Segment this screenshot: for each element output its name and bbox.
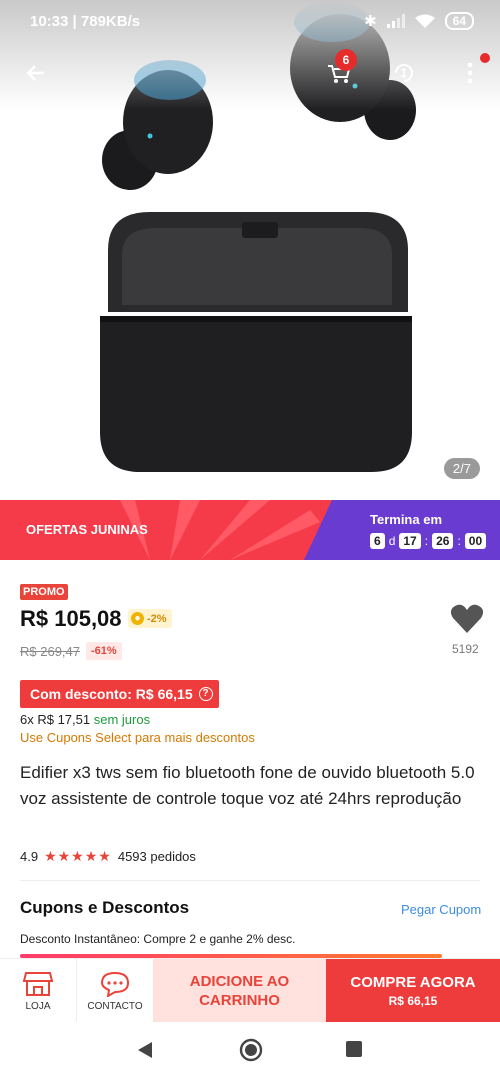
countdown-title: Termina em [370,512,443,527]
favorite-button[interactable] [450,603,484,635]
countdown-days: 6 [370,533,385,549]
store-button[interactable]: LOJA [0,959,77,1023]
buy-now-label: COMPRE AGORA [350,974,476,991]
add-to-cart-button[interactable]: ADICIONE AO CARRINHO [153,959,326,1023]
countdown-minutes: 26 [432,533,454,549]
coupons-hint-link[interactable]: Use Cupons Select para mais descontos [20,730,255,745]
notification-dot [480,53,490,63]
promo-banner[interactable]: OFERTAS JUNINAS Termina em 6 d 17 : 26 :… [0,500,500,560]
original-price: R$ 269,47 [20,644,80,659]
arrow-left-icon [26,65,44,81]
discount-price-pill[interactable]: Com desconto: R$ 66,15 ? [20,680,219,708]
coin-icon: ● [131,612,144,625]
status-time: 10:33 | 789KB/s [30,13,141,30]
get-coupon-link[interactable]: Pegar Cupom [401,902,481,917]
product-title: Edifier x3 tws sem fio bluetooth fone de… [20,763,475,808]
orders-count: 4593 pedidos [117,849,196,864]
status-bar: 10:33 | 789KB/s ✱ 64 [0,0,500,44]
coupons-section-title: Cupons e Descontos [20,898,190,917]
current-price: R$ 105,08 [20,606,122,631]
section-divider [20,880,480,881]
rating-row[interactable]: 4.9 ★★★★★ 4593 pedidos [20,848,196,865]
heart-icon [450,604,484,633]
share-dollar-icon [395,64,413,82]
countdown-day-unit: d [388,534,396,548]
promo-label: OFERTAS JUNINAS [26,522,148,537]
bluetooth-icon: ✱ [364,13,377,30]
nav-recents-icon[interactable] [345,1040,363,1058]
rating-value: 4.9 [20,849,39,864]
rating-stars-icon: ★★★★★ [44,848,112,864]
product-image-gallery[interactable]: 10:33 | 789KB/s ✱ 64 6 2/7 [0,0,500,500]
countdown-hours: 17 [399,533,421,549]
share-button[interactable] [386,55,422,91]
battery-indicator: 64 [444,12,474,30]
countdown-sep: : [424,534,429,548]
store-icon [23,971,53,996]
installments-amount: 6x R$ 17,51 [20,712,91,727]
installments-info: 6x R$ 17,51 sem juros [20,712,150,727]
add-to-cart-label: ADICIONE AO CARRINHO [189,973,290,1009]
wifi-icon [414,14,435,28]
bottom-action-bar: LOJA CONTACTO ADICIONE AO CARRINHO COMPR… [0,958,500,1023]
coin-discount-value: -2% [147,612,167,625]
back-button[interactable] [18,55,54,91]
store-label: LOJA [25,1000,51,1012]
buy-now-button[interactable]: COMPRE AGORA R$ 66,15 [326,959,500,1023]
more-vertical-icon [467,62,473,84]
instant-discount-text: Desconto Instantâneo: Compre 2 e ganhe 2… [20,932,296,946]
countdown-timer: 6 d 17 : 26 : 00 [370,533,487,549]
countdown-seconds: 00 [464,533,487,549]
installments-note: sem juros [93,712,151,727]
signal-icon [386,14,405,28]
buy-now-price: R$ 66,15 [388,994,438,1008]
system-navigation-bar [0,1022,500,1082]
favorite-count: 5192 [452,642,479,656]
countdown-panel [304,500,500,560]
contact-label: CONTACTO [87,1000,143,1012]
image-counter: 2/7 [443,458,480,479]
contact-button[interactable]: CONTACTO [77,959,153,1023]
help-icon: ? [198,687,213,701]
discount-badge: -61% [86,642,122,660]
chat-icon [100,971,130,997]
cart-count-badge: 6 [335,49,357,71]
nav-home-icon[interactable] [239,1038,263,1062]
discount-price-label: Com desconto: R$ 66,15 [30,686,193,702]
countdown-sep: : [457,534,461,548]
nav-back-icon[interactable] [136,1040,154,1060]
promo-tag: PROMO [20,584,68,600]
coin-discount-chip[interactable]: ● -2% [128,609,172,628]
